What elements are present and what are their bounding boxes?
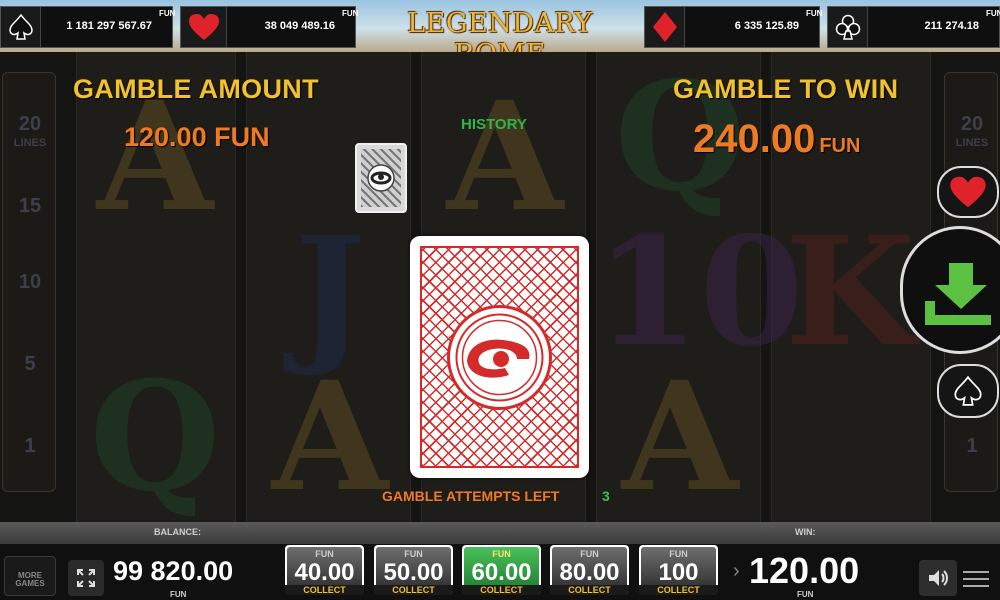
club-icon [828,7,868,47]
gamble-to-win-amount: 240.00 [693,117,816,161]
black-choice-button[interactable] [937,364,999,418]
bet-currency: FUN [580,549,599,559]
menu-bar [963,585,989,587]
bet-value: 50.00 [383,559,444,586]
lines-panel-left: 20 LINES 15 10 5 1 [2,72,56,492]
red-choice-button[interactable] [937,166,999,218]
speaker-icon [929,570,948,586]
lines-count: 20 [18,113,42,135]
history-label: HISTORY [461,116,527,133]
bet-currency: FUN [669,549,688,559]
balance-value: 99 820.00 [113,556,234,586]
jackpot-value: 1 181 297 567.67 [66,20,152,32]
gamble-area: A A Q J 10 K Q A A 20 LINES 15 10 5 1 20… [0,52,1000,522]
jackpot-bar: 1 181 297 567.67 FUN 38 049 489.16 FUN L… [0,0,1000,70]
bet-button-100[interactable]: FUN 100 COLLECT [639,545,718,595]
spade-icon [954,375,982,406]
reel-symbol-j: J [294,204,366,380]
card-logo-icon [447,305,552,410]
jackpot-unit: FUN [806,9,823,18]
bet-button-60[interactable]: FUN 60.00 COLLECT [462,545,541,595]
bet-button-80[interactable]: FUN 80.00 COLLECT [550,545,629,595]
menu-bar [963,571,989,573]
win-label: WIN: [795,527,816,537]
gamble-to-win-label: GAMBLE TO WIN [673,74,899,104]
card-logo-icon [367,164,395,192]
diamond-icon [645,7,685,47]
bet-collect-label: COLLECT [639,585,718,595]
reel-symbol-a: A [446,69,564,245]
bet-button-40[interactable]: FUN 40.00 COLLECT [285,545,364,595]
balance-unit: FUN [170,590,187,599]
download-arrow-icon [925,263,991,325]
win-unit: FUN [797,590,814,599]
line-number: 5 [24,353,36,375]
line-number: 1 [966,435,978,457]
win-value: 120.00 [749,550,860,591]
heart-icon [181,7,227,47]
spade-icon [1,7,41,47]
lines-count: 20 [960,113,984,135]
bet-collect-label: COLLECT [374,585,453,595]
gamble-amount-label: GAMBLE AMOUNT [73,74,319,104]
bet-button-50[interactable]: FUN 50.00 COLLECT [374,545,453,595]
jackpot-unit: FUN [159,9,176,18]
sound-button[interactable] [919,560,957,596]
lines-label: LINES [13,137,47,149]
jackpot-spade: 1 181 297 567.67 FUN [0,6,176,48]
bet-value: 60.00 [471,559,532,586]
attempts-label: GAMBLE ATTEMPTS LEFT [382,488,560,504]
attempts-value: 3 [602,488,610,504]
bet-value: 40.00 [294,559,355,586]
line-number: 15 [18,195,42,217]
jackpot-heart: 38 049 489.16 FUN [180,6,359,48]
jackpot-diamond: 6 335 125.89 FUN [644,6,823,48]
reel-symbol-a: A [621,349,739,522]
line-number: 10 [18,271,42,293]
jackpot-unit: FUN [342,9,359,18]
bet-currency: FUN [492,549,511,559]
reel-symbol-q: Q [89,349,221,522]
menu-bar [963,578,989,580]
bet-currency: FUN [315,549,334,559]
menu-button[interactable] [963,566,989,590]
reel-symbol-10: 10 [595,204,804,380]
bet-value: 80.00 [559,559,620,586]
jackpot-value: 6 335 125.89 [734,20,799,32]
more-games-button[interactable]: MORE GAMES [4,556,56,596]
jackpot-unit: FUN [986,9,1000,18]
bet-value: 100 [658,559,699,586]
fullscreen-icon [77,569,95,587]
jackpot-value: 38 049 489.16 [264,20,335,32]
bet-collect-label: COLLECT [462,585,541,595]
heart-icon [950,176,986,208]
bet-collect-label: COLLECT [550,585,629,595]
gamble-amount-value: 120.00 FUN [124,122,270,152]
jackpot-value: 211 274.18 [924,20,979,32]
jackpot-club: 211 274.18 FUN [827,6,1000,48]
fullscreen-button[interactable] [68,560,104,596]
gamble-to-win-value: 240.00 FUN [693,117,860,162]
gamble-to-win-unit: FUN [819,135,861,157]
line-number: 1 [24,435,36,457]
bet-currency: FUN [404,549,423,559]
balance-label: BALANCE: [154,527,201,537]
bet-collect-label: COLLECT [285,585,364,595]
more-games-label: MORE GAMES [15,571,45,588]
gamble-card [410,236,589,478]
lines-label: LINES [955,137,989,149]
game-screen: 1 181 297 567.67 FUN 38 049 489.16 FUN L… [0,0,1000,600]
chevron-right-icon: › [733,560,740,582]
history-card [355,143,407,213]
